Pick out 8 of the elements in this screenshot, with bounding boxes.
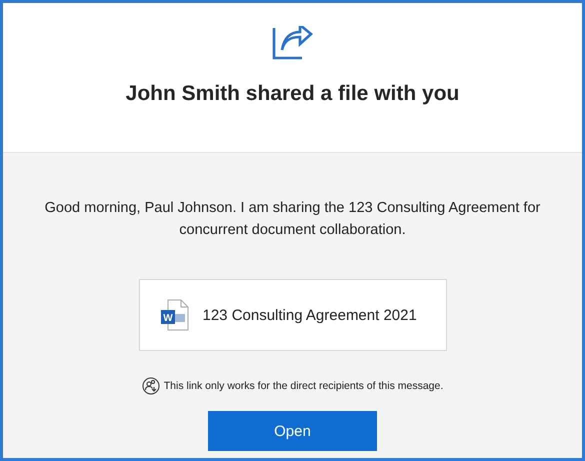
people-icon bbox=[142, 377, 160, 395]
notice-text: This link only works for the direct recipients of this message. bbox=[164, 380, 444, 392]
share-icon bbox=[272, 26, 314, 60]
message-text: Good morning, Paul Johnson. I am sharing the 123 Consulting Agreement for concurrent document collaboration. bbox=[44, 199, 542, 240]
file-card[interactable]: W 123 Consulting Agreement 2021 bbox=[138, 279, 446, 351]
open-button[interactable]: Open bbox=[208, 411, 377, 451]
share-title: John Smith shared a file with you bbox=[126, 82, 460, 106]
file-name: 123 Consulting Agreement 2021 bbox=[202, 306, 417, 324]
